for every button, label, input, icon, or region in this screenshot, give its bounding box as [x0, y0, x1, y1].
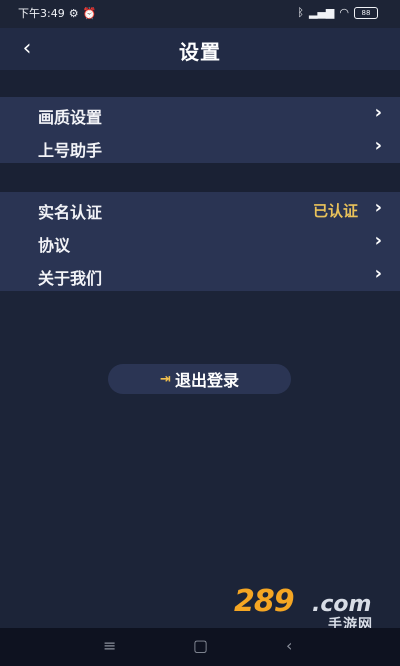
- chevron-right-icon: ›: [374, 135, 382, 156]
- settings-icon: ⚙: [68, 7, 79, 20]
- row-label: 协议: [38, 236, 71, 255]
- battery-icon: 88: [354, 7, 378, 19]
- header-bar: ‹ 设置: [0, 28, 400, 70]
- row-label: 关于我们: [38, 269, 103, 288]
- row-label: 画质设置: [38, 108, 103, 127]
- logout-icon: ⇥: [160, 371, 171, 387]
- watermark-brand: 289: [234, 584, 295, 619]
- section-gap: [0, 70, 400, 97]
- chevron-right-icon: ›: [374, 263, 382, 284]
- wifi-icon: ◠: [339, 6, 349, 19]
- settings-screen: 下午3:49 ⚙ ⏰ ᛒ ▂▄▆ ◠ 88 ‹ 设置 画质设置 › 上号助手 ›…: [0, 0, 400, 666]
- status-right: ᛒ ▂▄▆ ◠ 88: [297, 7, 378, 19]
- watermark-logo: 289 .com 手游网: [234, 584, 394, 633]
- row-picture-quality[interactable]: 画质设置 ›: [0, 97, 400, 130]
- row-agreement[interactable]: 协议 ›: [0, 225, 400, 258]
- battery-level: 88: [361, 9, 371, 17]
- status-left: 下午3:49 ⚙ ⏰: [18, 8, 96, 20]
- home-icon[interactable]: ▢: [193, 636, 208, 655]
- logout-button[interactable]: ⇥ 退出登录: [108, 364, 291, 394]
- chevron-right-icon: ›: [374, 230, 382, 251]
- logout-label: 退出登录: [174, 371, 239, 390]
- row-account-helper[interactable]: 上号助手 ›: [0, 130, 400, 163]
- system-nav-bar: ≡ ▢ ‹: [0, 628, 400, 666]
- bluetooth-icon: ᛒ: [297, 6, 304, 19]
- back-icon[interactable]: ‹: [286, 636, 292, 655]
- chevron-right-icon: ›: [374, 102, 382, 123]
- alarm-icon: ⏰: [82, 7, 97, 20]
- verified-status: 已认证: [312, 202, 358, 220]
- row-real-name-verification[interactable]: 实名认证 已认证 ›: [0, 192, 400, 225]
- row-label: 实名认证: [38, 203, 103, 222]
- row-label: 上号助手: [38, 141, 103, 160]
- section-gap: [0, 163, 400, 192]
- signal-icon: ▂▄▆: [309, 6, 335, 19]
- status-time: 下午3:49: [18, 7, 65, 20]
- settings-group-1: 画质设置 › 上号助手 ›: [0, 97, 400, 163]
- page-title: 设置: [179, 40, 221, 64]
- row-about-us[interactable]: 关于我们 ›: [0, 258, 400, 291]
- chevron-right-icon: ›: [374, 197, 382, 218]
- settings-group-2: 实名认证 已认证 › 协议 › 关于我们 ›: [0, 192, 400, 291]
- status-bar: 下午3:49 ⚙ ⏰ ᛒ ▂▄▆ ◠ 88: [0, 0, 400, 28]
- menu-icon[interactable]: ≡: [103, 636, 116, 655]
